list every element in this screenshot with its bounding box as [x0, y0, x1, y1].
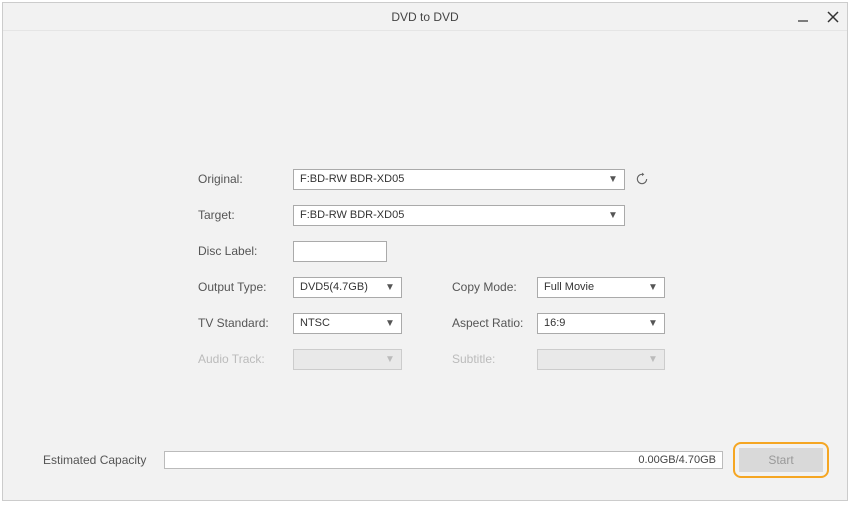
audio-track-select: ▼ — [293, 349, 402, 370]
target-row: Target: F:BD-RW BDR-XD05 ▼ — [198, 204, 668, 226]
tv-standard-value: NTSC — [300, 317, 383, 329]
tv-standard-label: TV Standard: — [198, 316, 293, 330]
disc-label-label: Disc Label: — [198, 244, 293, 258]
capacity-value: 0.00GB/4.70GB — [638, 454, 716, 466]
window-controls — [795, 3, 841, 31]
chevron-down-icon: ▼ — [383, 282, 397, 293]
disc-label-row: Disc Label: — [198, 240, 668, 262]
chevron-down-icon: ▼ — [646, 282, 660, 293]
chevron-down-icon: ▼ — [646, 318, 660, 329]
chevron-down-icon: ▼ — [606, 174, 620, 185]
chevron-down-icon: ▼ — [646, 354, 660, 365]
capacity-progress: 0.00GB/4.70GB — [164, 451, 723, 469]
copy-mode-value: Full Movie — [544, 281, 646, 293]
app-window: DVD to DVD Original: F:BD-RW BDR-XD05 ▼ — [2, 2, 848, 501]
minimize-button[interactable] — [795, 9, 811, 25]
aspect-ratio-select[interactable]: 16:9 ▼ — [537, 313, 665, 334]
title-bar: DVD to DVD — [3, 3, 847, 31]
target-value: F:BD-RW BDR-XD05 — [300, 209, 606, 221]
disc-label-input[interactable] — [293, 241, 387, 262]
subtitle-label: Subtitle: — [452, 352, 537, 366]
output-type-value: DVD5(4.7GB) — [300, 281, 383, 293]
aspect-ratio-label: Aspect Ratio: — [452, 316, 537, 330]
chevron-down-icon: ▼ — [606, 210, 620, 221]
tv-standard-select[interactable]: NTSC ▼ — [293, 313, 402, 334]
form-area: Original: F:BD-RW BDR-XD05 ▼ Target: F:B… — [198, 168, 668, 384]
minimize-icon — [797, 11, 809, 23]
start-button[interactable]: Start — [739, 448, 823, 472]
original-row: Original: F:BD-RW BDR-XD05 ▼ — [198, 168, 668, 190]
copy-mode-select[interactable]: Full Movie ▼ — [537, 277, 665, 298]
output-type-select[interactable]: DVD5(4.7GB) ▼ — [293, 277, 402, 298]
refresh-button[interactable] — [635, 172, 649, 186]
copy-mode-label: Copy Mode: — [452, 280, 537, 294]
footer: Estimated Capacity 0.00GB/4.70GB Start — [3, 442, 847, 478]
start-highlight: Start — [733, 442, 829, 478]
chevron-down-icon: ▼ — [383, 354, 397, 365]
original-select[interactable]: F:BD-RW BDR-XD05 ▼ — [293, 169, 625, 190]
audio-track-label: Audio Track: — [198, 352, 293, 366]
capacity-label: Estimated Capacity — [43, 453, 146, 467]
output-type-label: Output Type: — [198, 280, 293, 294]
original-label: Original: — [198, 172, 293, 186]
target-select[interactable]: F:BD-RW BDR-XD05 ▼ — [293, 205, 625, 226]
close-button[interactable] — [825, 9, 841, 25]
subtitle-select: ▼ — [537, 349, 665, 370]
target-label: Target: — [198, 208, 293, 222]
tv-aspect-row: TV Standard: NTSC ▼ Aspect Ratio: 16:9 ▼ — [198, 312, 668, 334]
close-icon — [827, 11, 839, 23]
original-value: F:BD-RW BDR-XD05 — [300, 173, 606, 185]
output-copy-row: Output Type: DVD5(4.7GB) ▼ Copy Mode: Fu… — [198, 276, 668, 298]
window-title: DVD to DVD — [3, 10, 847, 24]
refresh-icon — [635, 172, 649, 186]
aspect-ratio-value: 16:9 — [544, 317, 646, 329]
audio-subtitle-row: Audio Track: ▼ Subtitle: ▼ — [198, 348, 668, 370]
chevron-down-icon: ▼ — [383, 318, 397, 329]
